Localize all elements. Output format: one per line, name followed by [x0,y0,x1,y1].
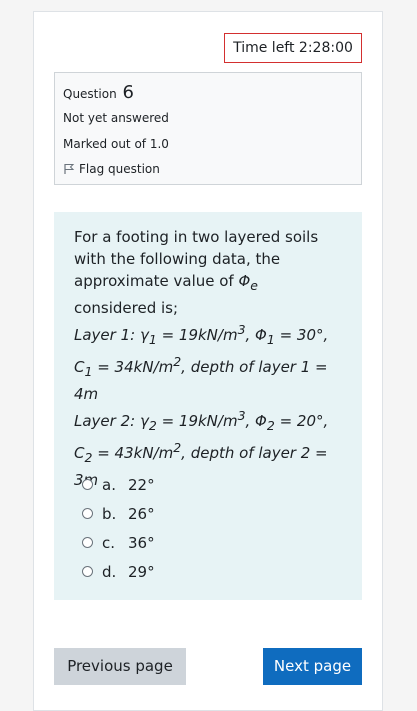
layer1-c: C [74,358,85,376]
radio-button[interactable] [82,537,93,548]
flag-question-link[interactable]: Flag question [63,162,160,176]
superscript: 2 [173,354,182,369]
layer1-line: C1 = 34kN/m2, depth of layer 1 = [74,351,344,383]
layer2-phi: , Φ [245,412,267,430]
layer2-phi-value: = 20°, [274,412,329,430]
phi-symbol: Φ [238,272,251,290]
superscript: 3 [237,408,246,423]
flag-question-label: Flag question [79,162,160,176]
question-text-line: considered is; [74,299,179,317]
layer1-line: Layer 1: γ1 = 19kN/m3, Φ1 = 30°, [74,319,344,351]
answer-option-c[interactable]: c. 36° [82,528,155,557]
subscript: 1 [266,332,275,347]
radio-button[interactable] [82,566,93,577]
answer-letter: b. [102,504,117,523]
layer1-phi: , Φ [245,326,267,344]
layer1-depth: , depth of layer 1 = [181,358,328,376]
superscript: 3 [237,322,246,337]
superscript: 2 [173,440,182,455]
answer-options: a. 22° b. 26° c. 36° d. 29° [82,470,155,586]
radio-button[interactable] [82,479,93,490]
question-text-line: For a footing in two layered soils [74,228,319,246]
question-text-line: approximate value of Φe [74,270,344,297]
subscript: 1 [148,332,157,347]
question-formulation: For a footing in two layered soils with … [54,212,362,600]
question-text: For a footing in two layered soils with … [74,226,344,491]
layer1-c-value: = 34kN/m [92,358,174,376]
radio-button[interactable] [82,508,93,519]
next-page-button[interactable]: Next page [263,648,362,685]
answer-value: 36° [128,533,155,552]
layer1-gamma-value: = 19kN/m [156,326,238,344]
layer1-depth-value: 4m [74,385,99,403]
answer-value: 29° [128,562,155,581]
layer1-phi-value: = 30°, [274,326,329,344]
question-number-value: 6 [122,82,134,103]
flag-icon [63,163,75,175]
phi-subscript: e [250,278,258,293]
question-info-panel: Question 6 Not yet answered Marked out o… [54,72,362,185]
layer2-c: C [74,444,85,462]
previous-page-button[interactable]: Previous page [54,648,186,685]
answer-letter: a. [102,475,116,494]
layer1-gamma: Layer 1: γ [74,326,149,344]
time-left-timer: Time left 2:28:00 [224,33,362,63]
answer-option-d[interactable]: d. 29° [82,557,155,586]
answer-letter: d. [102,562,117,581]
layer2-gamma-value: = 19kN/m [156,412,238,430]
layer2-gamma: Layer 2: γ [74,412,149,430]
answer-option-b[interactable]: b. 26° [82,499,155,528]
question-state: Not yet answered [63,111,169,125]
subscript: 2 [266,418,275,433]
layer2-line: C2 = 43kN/m2, depth of layer 2 = [74,437,344,469]
answer-letter: c. [102,533,116,552]
question-prefix: Question [63,87,117,101]
answer-option-a[interactable]: a. 22° [82,470,155,499]
layer2-c-value: = 43kN/m [92,444,174,462]
answer-value: 22° [128,475,155,494]
layer2-depth: , depth of layer 2 = [181,444,328,462]
question-text-fragment: approximate value of [74,272,239,290]
answer-value: 26° [128,504,155,523]
layer2-line: Layer 2: γ2 = 19kN/m3, Φ2 = 20°, [74,405,344,437]
subscript: 2 [148,418,157,433]
question-text-line: with the following data, the [74,250,281,268]
question-number: Question 6 [63,82,134,103]
question-grade: Marked out of 1.0 [63,137,169,151]
